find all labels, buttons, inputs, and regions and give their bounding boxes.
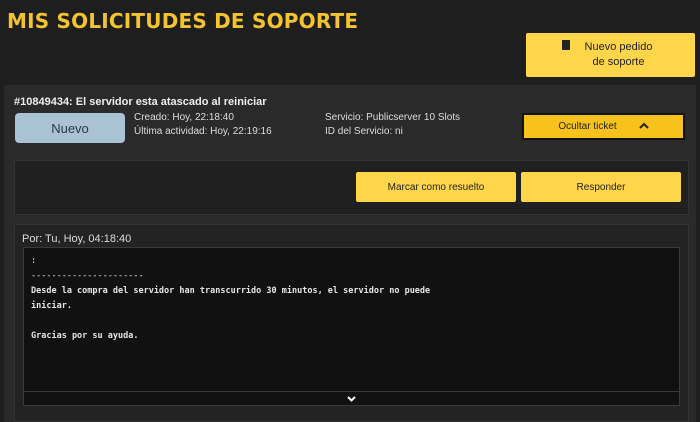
last-activity-date: Última actividad: Hoy, 22:19:16 [134,126,272,137]
reply-button[interactable]: Responder [521,172,681,202]
message-line [31,314,672,329]
chevron-down-icon [347,394,356,404]
message-line: ---------------------- [31,271,144,281]
ticket-heading: #10849434: El servidor esta atascado al … [14,96,267,108]
message-line: : [31,256,37,266]
message-line: Desde la compra del servidor han transcu… [31,286,431,296]
message-body: : ---------------------- Desde la compra d… [23,247,680,392]
message-author: Por: Tu, Hoy, 04:18:40 [22,233,132,245]
message-line: Gracias por su ayuda. [31,331,139,341]
new-support-request-button[interactable]: Nuevo pedido de soporte [526,33,695,77]
ticket-card: #10849434: El servidor esta atascado al … [4,85,696,422]
new-support-request-label: Nuevo pedido de soporte [584,41,653,68]
document-icon [561,40,570,50]
service-id: ID del Servicio: ni [325,126,403,137]
message-line: iniciar. [31,301,72,311]
chevron-up-icon [638,121,649,132]
hide-ticket-button[interactable]: Ocultar ticket [522,113,685,140]
expand-message-button[interactable] [23,392,680,406]
page-title: MIS SOLICITUDES DE SOPORTE [7,9,359,33]
created-date: Creado: Hoy, 22:18:40 [134,112,234,123]
service-name: Servicio: Publicserver 10 Slots [325,112,461,123]
message-panel: Por: Tu, Hoy, 04:18:40 : ----------------… [14,224,689,422]
status-badge: Nuevo [15,113,125,143]
ticket-actions-panel: Marcar como resuelto Responder [14,160,689,215]
mark-resolved-button[interactable]: Marcar como resuelto [356,172,516,202]
ticket-service-info: Servicio: Publicserver 10 Slots ID del S… [325,111,460,139]
hide-ticket-label: Ocultar ticket [558,121,617,132]
ticket-dates: Creado: Hoy, 22:18:40 Última actividad: … [134,111,272,139]
